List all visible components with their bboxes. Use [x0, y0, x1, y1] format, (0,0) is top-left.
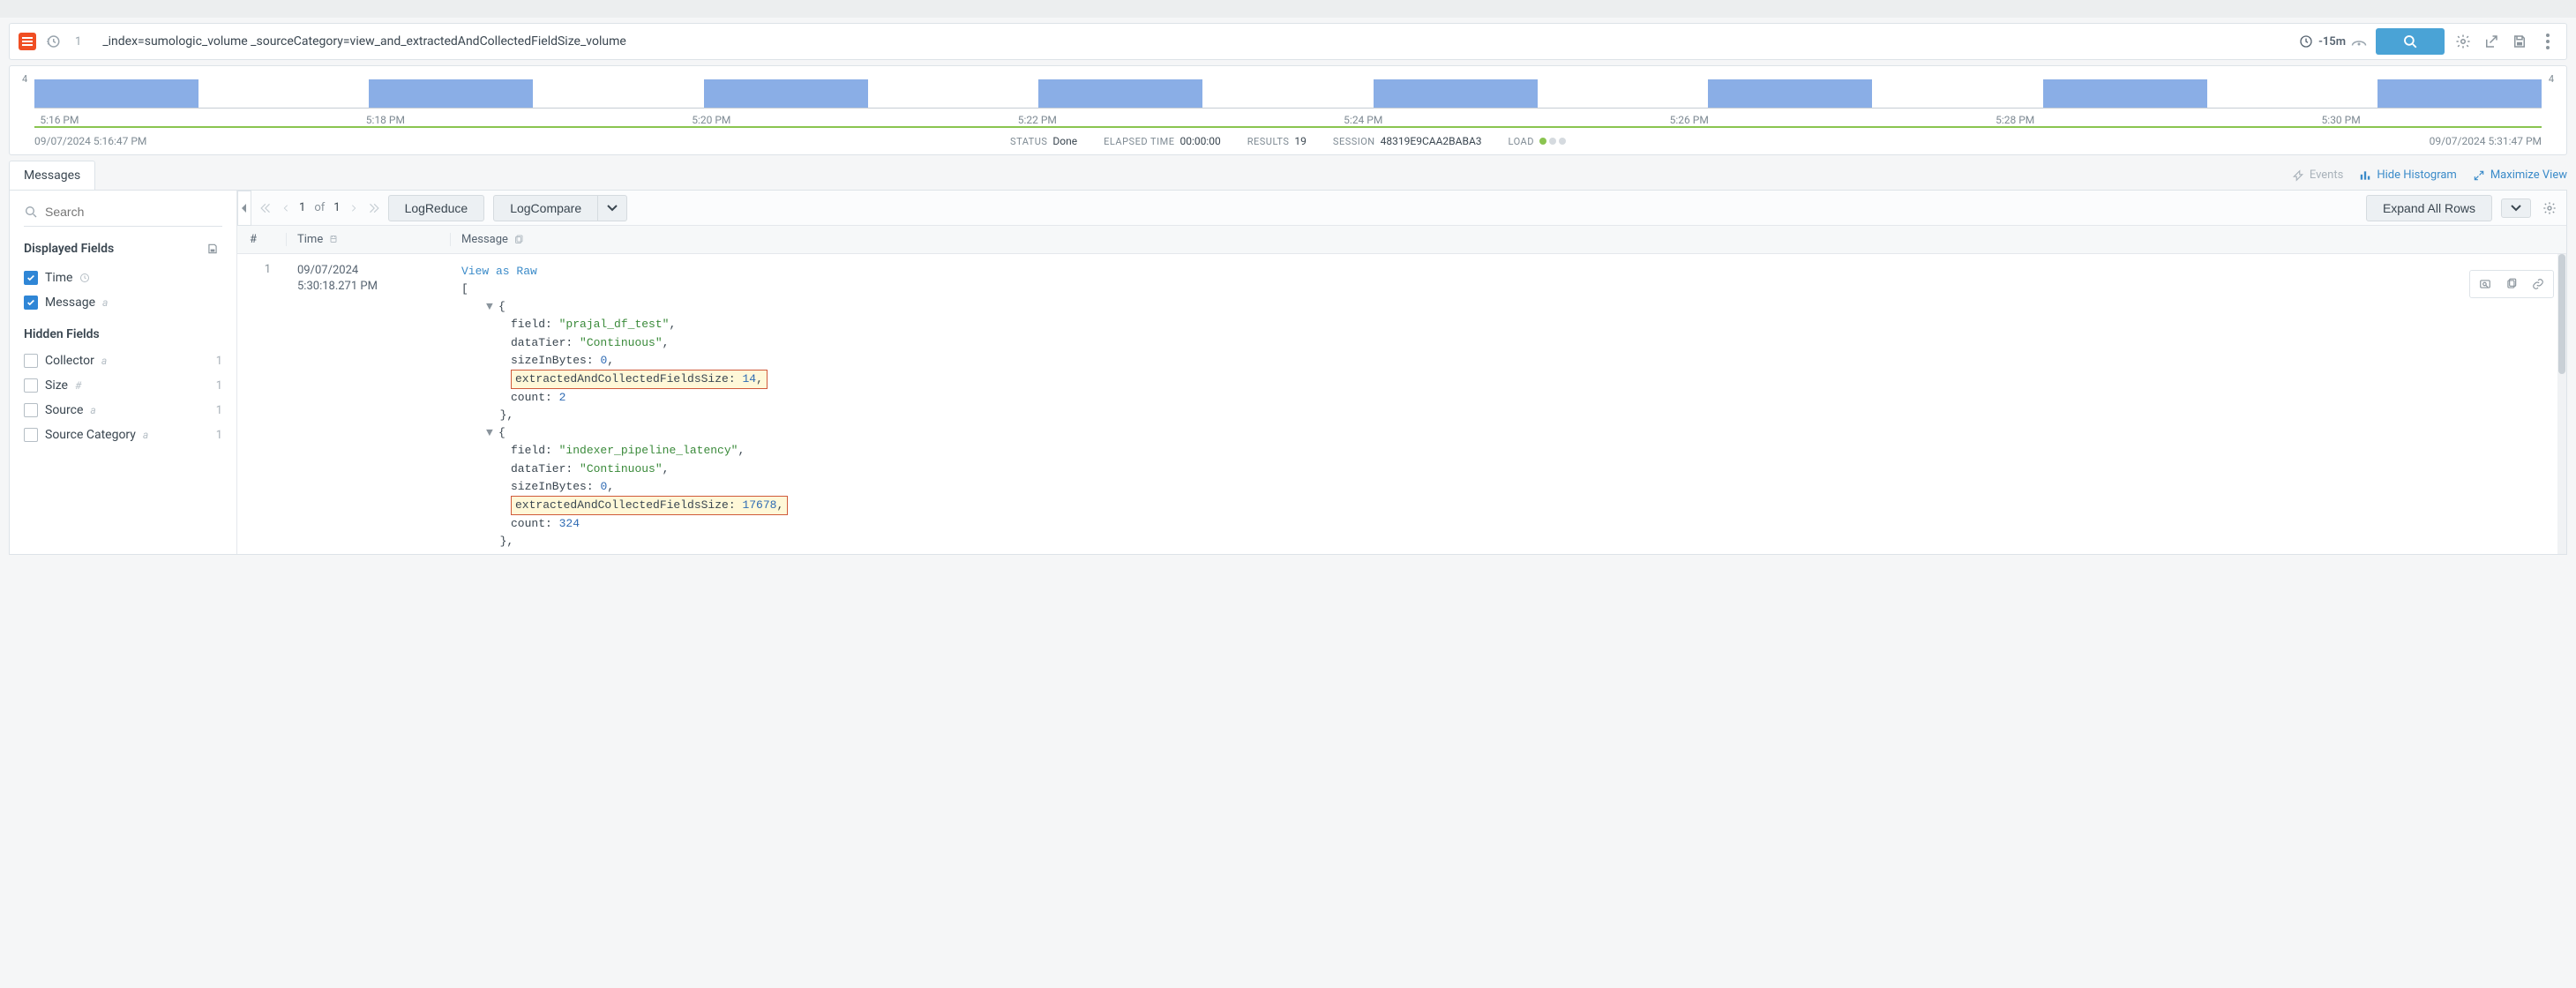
total-pages: 1 [333, 201, 340, 214]
hidden-fields-heading: Hidden Fields [24, 327, 222, 341]
status-value: Done [1052, 135, 1077, 147]
link-icon[interactable] [2528, 274, 2548, 294]
query-bar: 1 -15m [9, 23, 2567, 60]
row-number: 1 [237, 263, 287, 550]
inspect-icon[interactable] [2475, 274, 2495, 294]
string-type-icon: a [101, 355, 107, 367]
logcompare-dropdown[interactable] [598, 195, 627, 221]
checkbox-icon[interactable] [24, 428, 38, 442]
field-size[interactable]: Size # 1 [24, 373, 222, 398]
highlighted-field: extractedAndCollectedFieldsSize: 14, [511, 370, 768, 389]
prev-page-icon[interactable] [281, 202, 290, 214]
save-icon[interactable] [2510, 32, 2529, 51]
results-value: 19 [1294, 135, 1307, 147]
current-page: 1 [299, 201, 305, 214]
string-type-icon: a [143, 429, 148, 441]
line-number: 1 [70, 35, 86, 49]
maximize-view-link[interactable]: Maximize View [2473, 168, 2567, 182]
run-search-button[interactable] [2376, 28, 2445, 55]
sumo-logo-icon [19, 33, 36, 50]
field-collector[interactable]: Collector a 1 [24, 348, 222, 373]
collapse-caret-icon[interactable]: ▼ [486, 298, 498, 316]
checkbox-icon[interactable] [24, 378, 38, 393]
fields-search-input[interactable] [45, 205, 222, 219]
range-start: 09/07/2024 5:16:47 PM [34, 135, 146, 147]
last-page-icon[interactable] [367, 202, 379, 214]
col-time[interactable]: Time [287, 233, 451, 246]
clock-type-icon [79, 273, 90, 283]
expand-all-button[interactable]: Expand All Rows [2366, 195, 2492, 221]
row-message: View as Raw [ ▼{ field: "prajal_df_test"… [451, 263, 2566, 550]
view-as-raw-link[interactable]: View as Raw [461, 265, 537, 278]
checkbox-icon[interactable] [24, 354, 38, 368]
query-input[interactable] [95, 34, 2290, 49]
more-icon[interactable] [2538, 32, 2557, 51]
pager: 1 of 1 [260, 201, 379, 214]
logreduce-button[interactable]: LogReduce [388, 195, 485, 221]
first-page-icon[interactable] [260, 202, 273, 214]
row-time: 09/07/2024 5:30:18.271 PM [287, 263, 451, 550]
col-number[interactable]: # [237, 233, 287, 246]
grid-header: # Time Message [237, 226, 2566, 254]
histogram-ticks: 5:16 PM 5:18 PM 5:20 PM 5:22 PM 5:24 PM … [34, 114, 2542, 128]
checkbox-icon[interactable] [24, 403, 38, 417]
highlighted-field: extractedAndCollectedFieldsSize: 17678, [511, 496, 788, 515]
copy-icon[interactable] [2502, 274, 2521, 294]
hide-histogram-link[interactable]: Hide Histogram [2359, 168, 2457, 182]
displayed-fields-heading: Displayed Fields [24, 242, 114, 256]
events-link[interactable]: Events [2292, 168, 2343, 182]
collapse-caret-icon[interactable]: ▼ [486, 424, 498, 442]
table-settings-icon[interactable] [2540, 198, 2559, 218]
string-type-icon: a [90, 404, 95, 416]
string-type-icon: a [102, 296, 108, 309]
result-row: 1 09/07/2024 5:30:18.271 PM View as Raw … [237, 254, 2566, 554]
checkbox-checked-icon[interactable] [24, 271, 38, 285]
number-type-icon: # [75, 379, 81, 392]
tab-messages[interactable]: Messages [9, 161, 95, 190]
time-range-picker[interactable]: -15m [2299, 34, 2367, 49]
expand-dropdown[interactable] [2501, 198, 2531, 218]
logcompare-button[interactable]: LogCompare [493, 195, 598, 221]
range-end: 09/07/2024 5:31:47 PM [2430, 135, 2542, 147]
session-value: 48319E9CAA2BABA3 [1381, 135, 1482, 147]
save-fields-icon[interactable] [203, 239, 222, 258]
field-source-category[interactable]: Source Category a 1 [24, 423, 222, 447]
load-indicator [1539, 138, 1566, 145]
next-page-icon[interactable] [349, 202, 358, 214]
field-source[interactable]: Source a 1 [24, 398, 222, 423]
vertical-scrollbar[interactable] [2557, 254, 2566, 554]
col-message[interactable]: Message [451, 233, 2566, 246]
field-message[interactable]: Message a [24, 290, 222, 315]
histogram-ymax-left: 4 [22, 73, 27, 85]
histogram-ymax-right: 4 [2549, 73, 2554, 85]
field-time[interactable]: Time [24, 266, 222, 290]
share-icon[interactable] [2482, 32, 2501, 51]
collapse-sidebar-handle[interactable] [237, 191, 251, 226]
time-range-value: -15m [2318, 35, 2346, 49]
histogram-panel: 4 4 5:16 PM 5:18 PM 5:20 PM 5:22 PM 5:24… [9, 65, 2567, 155]
checkbox-checked-icon[interactable] [24, 296, 38, 310]
elapsed-value: 00:00:00 [1179, 135, 1220, 147]
gear-icon[interactable] [2453, 32, 2473, 51]
history-icon[interactable] [45, 34, 61, 49]
fields-sidebar: Displayed Fields Time Message a Hidden F… [10, 191, 237, 554]
histogram-bars[interactable] [34, 73, 2542, 109]
